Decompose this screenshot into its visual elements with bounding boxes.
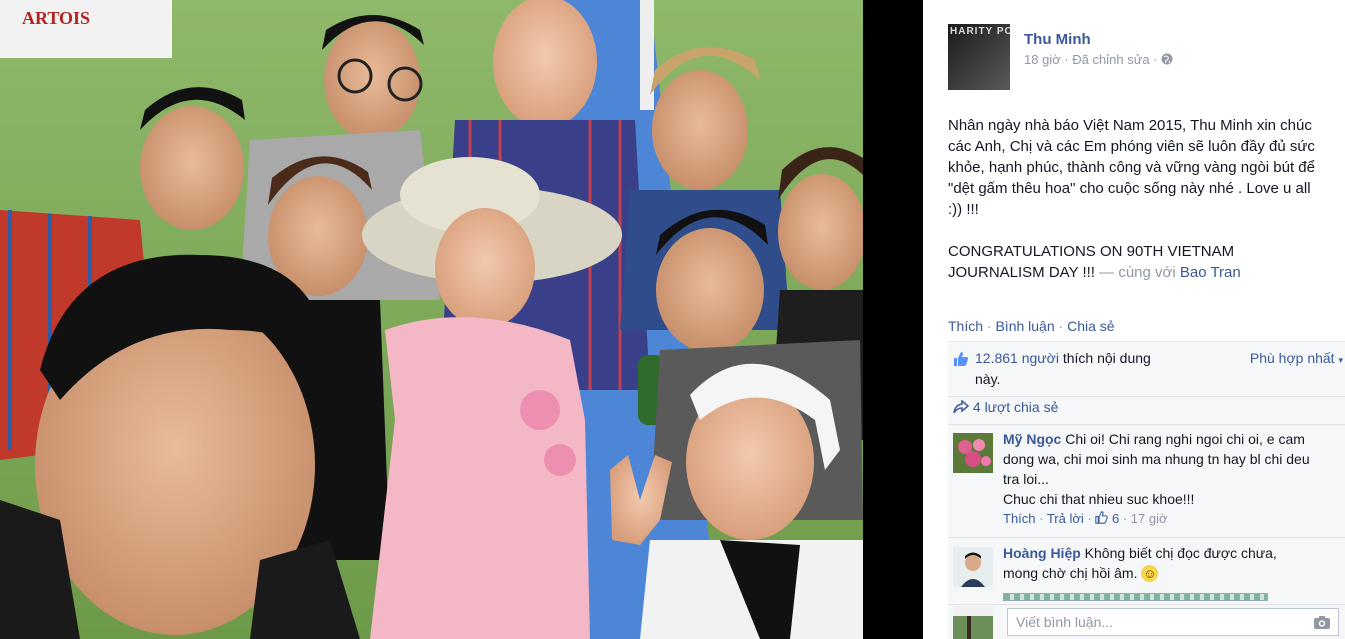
comment-text: mong chờ chị hồi âm. <box>1003 565 1138 581</box>
divider <box>948 537 1345 538</box>
camera-icon[interactable] <box>1314 616 1330 629</box>
avatar-text: HARITY PO <box>950 26 1010 37</box>
comment-text: tra loi... <box>1003 471 1049 487</box>
post-actions: Thích · Bình luận · Chia sẻ <box>948 318 1115 334</box>
like-link[interactable]: Thích <box>948 318 983 334</box>
comment-like-link[interactable]: Thích <box>1003 511 1036 526</box>
meta-dot-2: · <box>1149 52 1162 67</box>
comment-footer: Thích · Trả lời · 6 · 17 giờ <box>1003 509 1343 529</box>
comment-text: dong wa, chi moi sinh ma nhung tn hay bl… <box>1003 451 1310 467</box>
smile-emoji-icon: ☺ <box>1141 565 1159 582</box>
cfoot-dot-3: · <box>1119 511 1131 526</box>
post-line: các Anh, Chị và các Em phóng viên sẽ luô… <box>948 138 1315 155</box>
post-line-with: JOURNALISM DAY !!! — cùng với Bao Tran <box>948 262 1345 283</box>
comment-text: Chi oi! Chi rang nghi ngoi chi oi, e cam <box>1065 431 1305 447</box>
post-line: :)) !!! <box>948 201 979 218</box>
comment-text: Chuc chi that nhieu suc khoe!!! <box>1003 491 1195 507</box>
likes-count-link[interactable]: 12.861 người <box>975 350 1059 366</box>
tagged-person-link[interactable]: Bao Tran <box>1180 264 1241 281</box>
commenter-avatar[interactable] <box>953 547 993 587</box>
likes-text: 12.861 người thích nội dung này. <box>975 348 1225 390</box>
action-dot: · <box>983 318 996 334</box>
author-name[interactable]: Thu Minh <box>1024 31 1091 48</box>
author-avatar[interactable]: HARITY PO <box>948 24 1010 90</box>
sort-label: Phù hợp nhất <box>1249 350 1335 366</box>
likes-rest: thích nội dung <box>1058 350 1151 366</box>
feedback-box: 12.861 người thích nội dung này. Phù hợp … <box>948 341 1345 639</box>
shares-text: 4 lượt chia sẻ <box>972 399 1059 415</box>
group-selfie-photo: ARTOIS <box>0 0 863 639</box>
shares-link[interactable]: 4 lượt chia sẻ <box>953 399 1058 415</box>
post-body: Nhân ngày nhà báo Việt Nam 2015, Thu Min… <box>948 115 1345 283</box>
share-arrow-icon <box>953 399 970 414</box>
comment-sort-dropdown[interactable]: Phù hợp nhất ▾ <box>1250 348 1343 371</box>
comment-body: Hoàng Hiệp Không biết chị đọc được chưa,… <box>1003 543 1343 583</box>
comment-composer: Viết bình luận... <box>953 606 1345 639</box>
thumbs-up-icon <box>1095 511 1109 524</box>
photo-viewer[interactable]: ARTOIS <box>0 0 863 639</box>
comment-body: Mỹ Ngọc Chi oi! Chi rang nghi ngoi chi o… <box>1003 429 1343 529</box>
share-link[interactable]: Chia sẻ <box>1067 318 1114 334</box>
post-line: CONGRATULATIONS ON 90TH VIETNAM <box>948 243 1235 260</box>
comment-reply-link[interactable]: Trả lời <box>1047 511 1084 526</box>
viewer-avatar[interactable] <box>953 606 993 639</box>
banner-logo: ARTOIS <box>22 8 90 28</box>
cfoot-dot: · <box>1035 511 1047 526</box>
edited-label[interactable]: Đã chỉnh sửa <box>1072 52 1149 67</box>
likes-rest-2: này. <box>975 371 1001 387</box>
post-meta: 18 giờ · Đã chỉnh sửa · <box>1024 52 1173 67</box>
commenter-avatar[interactable] <box>953 433 993 473</box>
comment-attachment-preview[interactable] <box>1003 593 1268 601</box>
comment-input[interactable]: Viết bình luận... <box>1007 608 1339 636</box>
post-sidebar: HARITY PO Thu Minh 18 giờ · Đã chỉnh sửa… <box>923 0 1345 639</box>
post-line: khỏe, hạnh phúc, thành công và vững vàng… <box>948 159 1315 176</box>
divider <box>948 604 1345 605</box>
commenter-name[interactable]: Mỹ Ngọc <box>1003 431 1061 447</box>
congrats-text: JOURNALISM DAY !!! <box>948 264 1095 281</box>
post-line: Nhân ngày nhà báo Việt Nam 2015, Thu Min… <box>948 117 1312 134</box>
globe-icon[interactable] <box>1161 53 1173 65</box>
post-line: "dệt gấm thêu hoa" cho cuộc sống này nhé… <box>948 180 1311 197</box>
viewer-gap <box>863 0 923 639</box>
cfoot-dot-2: · <box>1083 511 1096 526</box>
caret-down-icon: ▾ <box>1338 355 1343 365</box>
commenter-name[interactable]: Hoàng Hiệp <box>1003 545 1081 561</box>
action-dot-2: · <box>1054 318 1068 334</box>
comment-link[interactable]: Bình luận <box>995 318 1054 334</box>
divider <box>948 396 1345 397</box>
likes-summary: 12.861 người thích nội dung này. Phù hợp … <box>948 348 1345 396</box>
comment-likes-count[interactable]: 6 <box>1095 511 1119 526</box>
divider <box>948 424 1345 425</box>
with-text: — cùng với <box>1094 264 1180 281</box>
comment-time[interactable]: 17 giờ <box>1131 511 1168 526</box>
thumbs-up-icon <box>954 352 968 366</box>
post-time[interactable]: 18 giờ <box>1024 52 1061 67</box>
comment-text: Không biết chị đọc được chưa, <box>1084 545 1277 561</box>
meta-dot: · <box>1060 52 1073 67</box>
comment-placeholder: Viết bình luận... <box>1016 614 1114 630</box>
